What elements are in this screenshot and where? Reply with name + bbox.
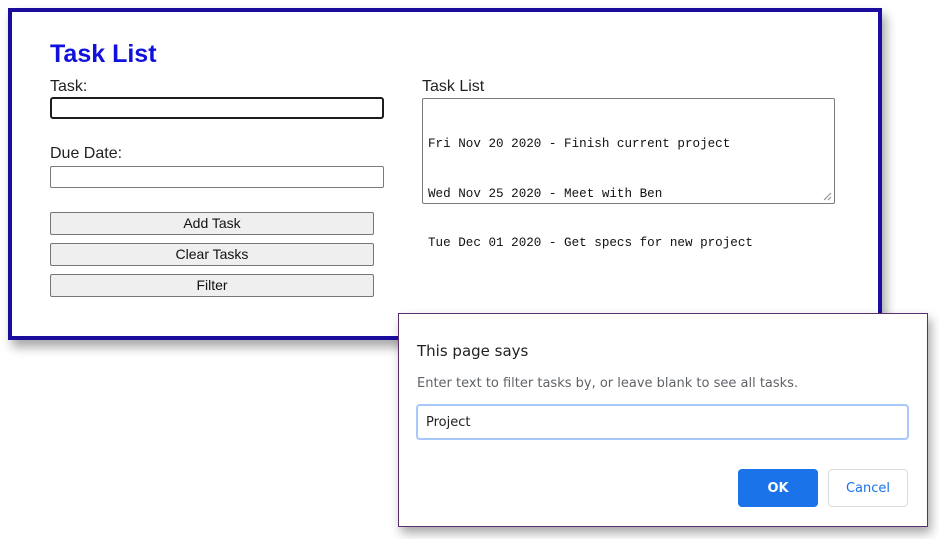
due-date-label: Due Date: <box>50 145 123 162</box>
resize-grip-icon[interactable] <box>823 192 832 201</box>
filter-text-input[interactable] <box>416 404 909 440</box>
dialog-message: Enter text to filter tasks by, or leave … <box>417 376 799 391</box>
add-task-button[interactable]: Add Task <box>50 212 374 235</box>
prompt-dialog: This page says Enter text to filter task… <box>398 313 928 527</box>
task-list-item: Wed Nov 25 2020 - Meet with Ben <box>428 186 663 201</box>
task-input[interactable] <box>50 97 384 119</box>
page-title: Task List <box>50 40 157 68</box>
ok-button[interactable]: OK <box>738 469 818 507</box>
task-list-textarea[interactable]: Fri Nov 20 2020 - Finish current project… <box>422 98 835 250</box>
cancel-button[interactable]: Cancel <box>828 469 908 507</box>
filter-button[interactable]: Filter <box>50 274 374 297</box>
dialog-title: This page says <box>417 342 529 360</box>
task-list-label: Task List <box>422 78 485 95</box>
task-list-app: Task List Task: Due Date: Add Task Clear… <box>8 8 882 340</box>
task-list-item: Fri Nov 20 2020 - Finish current project <box>428 137 731 151</box>
clear-tasks-button[interactable]: Clear Tasks <box>50 243 374 266</box>
task-label: Task: <box>50 78 88 95</box>
task-list-item: Tue Dec 01 2020 - Get specs for new proj… <box>428 236 753 250</box>
due-date-input[interactable] <box>50 166 384 188</box>
